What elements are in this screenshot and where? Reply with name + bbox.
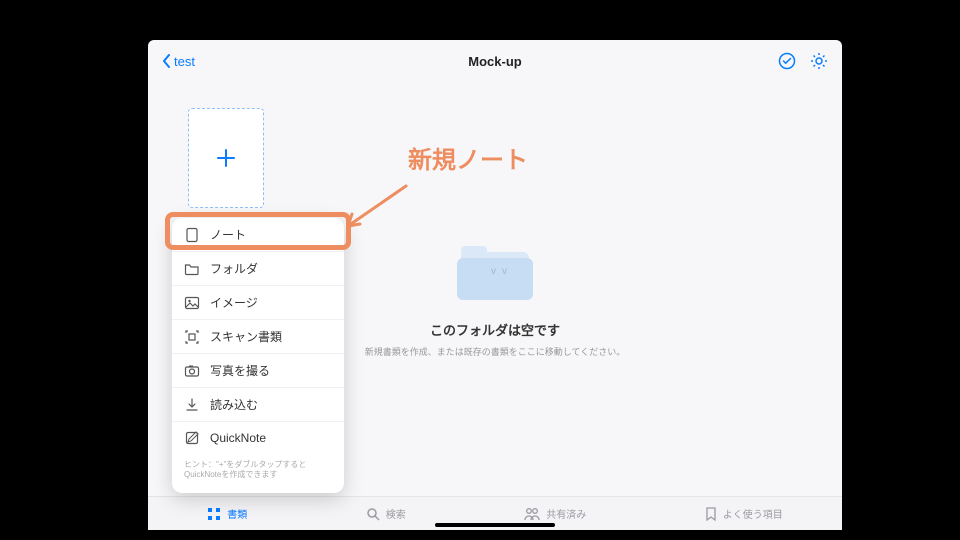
- app-window: test Mock-up vv このフォルダは空です 新規書類を作成、また: [148, 40, 842, 530]
- menu-item-folder[interactable]: フォルダ: [172, 251, 344, 285]
- menu-item-import[interactable]: 読み込む: [172, 387, 344, 421]
- menu-item-label: ノート: [210, 226, 246, 243]
- tab-label: 書類: [227, 506, 247, 521]
- bottom-tab-bar: 書類 検索 共有済み よく使う項目: [148, 496, 842, 530]
- empty-folder-icon: vv: [455, 242, 535, 302]
- search-icon: [366, 507, 380, 521]
- grid-icon: [207, 507, 221, 521]
- import-icon: [184, 397, 200, 413]
- tab-documents[interactable]: 書類: [207, 506, 247, 521]
- menu-item-scan[interactable]: スキャン書類: [172, 319, 344, 353]
- menu-item-quicknote[interactable]: QuickNote: [172, 421, 344, 454]
- menu-item-image[interactable]: イメージ: [172, 285, 344, 319]
- tab-label: 検索: [386, 506, 406, 521]
- folder-icon: [184, 261, 200, 277]
- gear-icon[interactable]: [810, 52, 828, 70]
- menu-item-camera[interactable]: 写真を撮る: [172, 353, 344, 387]
- menu-item-label: 写真を撮る: [210, 362, 270, 379]
- menu-item-label: スキャン書類: [210, 328, 282, 345]
- plus-icon: [216, 148, 236, 168]
- page-title: Mock-up: [148, 54, 842, 69]
- menu-item-label: イメージ: [210, 294, 258, 311]
- chevron-left-icon: [162, 54, 172, 68]
- select-icon[interactable]: [778, 52, 796, 70]
- new-document-tile[interactable]: [188, 108, 264, 208]
- top-bar: test Mock-up: [148, 40, 842, 82]
- note-icon: [184, 227, 200, 243]
- back-label: test: [174, 54, 195, 69]
- menu-item-label: 読み込む: [210, 396, 258, 413]
- menu-hint: ヒント："+"をダブルタップするとQuickNoteを作成できます: [172, 454, 344, 489]
- tab-favorites[interactable]: よく使う項目: [705, 506, 783, 521]
- tab-label: 共有済み: [546, 506, 586, 521]
- tab-shared[interactable]: 共有済み: [524, 506, 586, 521]
- empty-subtext: 新規書類を作成、または既存の書類をここに移動してください。: [345, 345, 645, 358]
- image-icon: [184, 295, 200, 311]
- people-icon: [524, 507, 540, 521]
- back-button[interactable]: test: [162, 54, 195, 69]
- home-indicator: [435, 523, 555, 527]
- menu-item-label: QuickNote: [210, 431, 266, 445]
- menu-item-note[interactable]: ノート: [172, 218, 344, 251]
- menu-item-label: フォルダ: [210, 260, 258, 277]
- tab-search[interactable]: 検索: [366, 506, 406, 521]
- scan-icon: [184, 329, 200, 345]
- quicknote-icon: [184, 430, 200, 446]
- camera-icon: [184, 363, 200, 379]
- bookmark-icon: [705, 507, 717, 521]
- empty-heading: このフォルダは空です: [345, 320, 645, 339]
- new-menu-popover: ノート フォルダ イメージ スキャン書類 写真を撮る: [172, 218, 344, 493]
- tab-label: よく使う項目: [723, 506, 783, 521]
- empty-state: vv このフォルダは空です 新規書類を作成、または既存の書類をここに移動してくだ…: [345, 242, 645, 358]
